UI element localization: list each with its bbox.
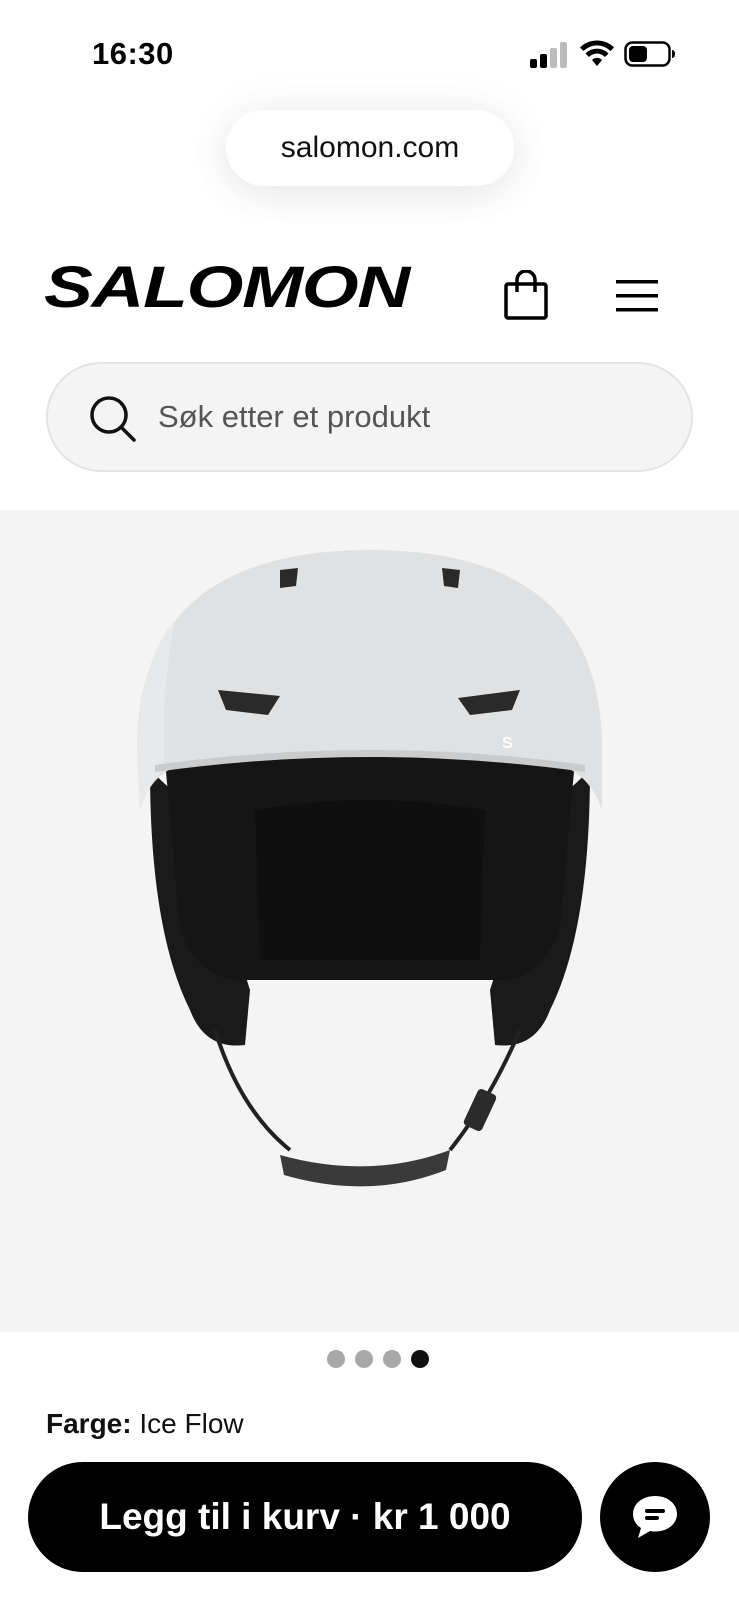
gallery-dot[interactable] [326,1350,345,1368]
product-image-helmet[interactable]: S [0,510,739,1332]
gallery-pagination [0,1350,739,1368]
shopping-bag-icon[interactable] [500,270,552,322]
svg-text:S: S [502,735,513,752]
color-label: Farge: [46,1408,132,1439]
hamburger-menu-icon[interactable] [612,276,660,316]
chat-bubble-icon [633,1496,677,1538]
address-bar[interactable]: salomon.com [226,110,514,186]
signal-icon [530,42,568,68]
salomon-logo[interactable]: SALOMON [44,262,416,314]
gallery-dot[interactable] [382,1350,401,1368]
status-bar: 16:30 [0,0,739,100]
status-time: 16:30 [92,36,174,71]
wifi-icon [580,40,614,66]
product-color: Farge: Ice Flow [46,1408,244,1440]
gallery-dot[interactable] [354,1350,373,1368]
search-bar[interactable] [46,362,693,472]
add-to-cart-button[interactable]: Legg til i kurv · kr 1 000 [28,1462,582,1572]
color-value: Ice Flow [131,1408,244,1439]
battery-icon [624,41,675,67]
product-image-gallery[interactable]: S [0,510,739,1332]
chat-button[interactable] [600,1462,710,1572]
search-input[interactable] [158,364,658,470]
gallery-dot-active[interactable] [410,1350,429,1368]
svg-text:SALOMON: SALOMON [44,262,412,314]
search-icon [90,396,136,442]
